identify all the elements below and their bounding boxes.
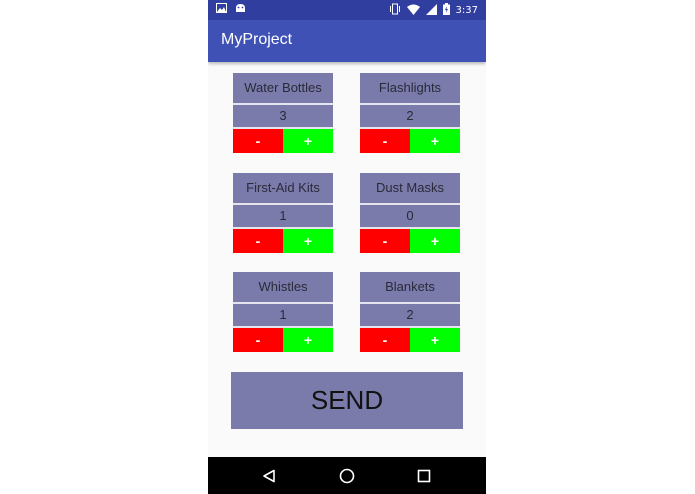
item-card-flashlights: Flashlights 2 - +: [360, 73, 460, 153]
item-card-whistles: Whistles 1 - +: [233, 272, 333, 352]
decrement-button-blankets[interactable]: -: [360, 328, 410, 352]
item-name: Dust Masks: [360, 173, 460, 205]
wifi-icon: [406, 4, 420, 18]
decrement-button-whistles[interactable]: -: [233, 328, 283, 352]
item-card-blankets: Blankets 2 - +: [360, 272, 460, 352]
increment-button-flashlights[interactable]: +: [410, 129, 460, 153]
decrement-button-water-bottles[interactable]: -: [233, 129, 283, 153]
item-count: 3: [233, 105, 333, 129]
decrement-button-flashlights[interactable]: -: [360, 129, 410, 153]
item-name: Water Bottles: [233, 73, 333, 105]
status-bar: 3:37: [208, 0, 486, 20]
signal-icon: [425, 3, 437, 18]
home-icon[interactable]: [327, 457, 367, 494]
increment-button-first-aid-kits[interactable]: +: [283, 229, 333, 253]
item-card-first-aid-kits: First-Aid Kits 1 - +: [233, 173, 333, 253]
item-name: First-Aid Kits: [233, 173, 333, 205]
item-count: 2: [360, 304, 460, 328]
recents-icon[interactable]: [404, 457, 444, 494]
status-time: 3:37: [455, 4, 478, 16]
decrement-button-first-aid-kits[interactable]: -: [233, 229, 283, 253]
increment-button-dust-masks[interactable]: +: [410, 229, 460, 253]
item-name: Whistles: [233, 272, 333, 304]
item-card-dust-masks: Dust Masks 0 - +: [360, 173, 460, 253]
increment-button-blankets[interactable]: +: [410, 328, 460, 352]
item-card-water-bottles: Water Bottles 3 - +: [233, 73, 333, 153]
battery-charging-icon: [442, 3, 450, 18]
item-count: 2: [360, 105, 460, 129]
phone-screen: 3:37 MyProject Water Bottles 3 - + Flash…: [208, 0, 486, 494]
app-title: MyProject: [221, 31, 293, 48]
android-icon: [235, 3, 246, 16]
send-button[interactable]: SEND: [231, 372, 463, 429]
image-icon: [216, 3, 227, 16]
item-name: Flashlights: [360, 73, 460, 105]
app-bar: MyProject: [208, 20, 486, 62]
decrement-button-dust-masks[interactable]: -: [360, 229, 410, 253]
item-name: Blankets: [360, 272, 460, 304]
item-count: 1: [233, 304, 333, 328]
item-count: 1: [233, 205, 333, 229]
item-count: 0: [360, 205, 460, 229]
navigation-bar: [208, 457, 486, 494]
vibrate-icon: [389, 3, 401, 18]
increment-button-water-bottles[interactable]: +: [283, 129, 333, 153]
increment-button-whistles[interactable]: +: [283, 328, 333, 352]
back-icon[interactable]: [249, 457, 289, 494]
